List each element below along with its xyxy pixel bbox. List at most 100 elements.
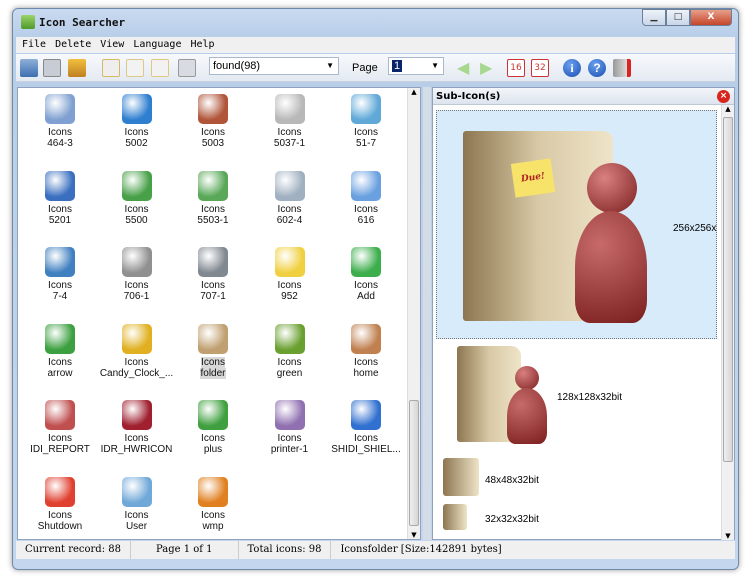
- info-icon[interactable]: i: [563, 59, 581, 77]
- icon-item[interactable]: Icons 707-1: [175, 247, 251, 302]
- menu-delete[interactable]: Delete: [55, 37, 91, 53]
- icon-label: Icons: [48, 509, 72, 521]
- sub-icon-128[interactable]: [441, 346, 553, 448]
- view-small-icon[interactable]: [151, 59, 169, 77]
- icon-item[interactable]: Icons IDR_HWRICON: [99, 400, 175, 455]
- icon-item[interactable]: Icons home: [328, 323, 404, 379]
- status-bar: Current record: 88 Page 1 of 1 Total ico…: [16, 541, 735, 559]
- page-select-value: 1: [392, 60, 403, 72]
- icon-item[interactable]: Icons 706-1: [99, 247, 175, 302]
- sub-icon-32[interactable]: [443, 504, 467, 530]
- vertical-scrollbar[interactable]: ▲ ▼: [407, 88, 420, 539]
- icon-item[interactable]: Icons 5002: [99, 94, 175, 149]
- search-icon[interactable]: [43, 59, 61, 77]
- icon-label: Shutdown: [37, 520, 83, 532]
- menu-language[interactable]: Language: [133, 37, 181, 53]
- icon-item[interactable]: Icons 5500: [99, 170, 175, 226]
- menu-bar: File Delete View Language Help: [16, 37, 735, 53]
- chevron-down-icon: ▼: [326, 61, 334, 70]
- scroll-down-icon[interactable]: ▼: [408, 531, 420, 539]
- help-icon[interactable]: ?: [588, 59, 606, 77]
- icon-item[interactable]: Icons 5037-1: [252, 94, 328, 149]
- icon-label: Icons: [48, 127, 72, 138]
- size-label: 32x32x32bit: [485, 514, 539, 525]
- icon-label: Icons: [201, 127, 225, 138]
- sub-icon-256[interactable]: Due! 256x256x: [436, 110, 717, 339]
- icon-item[interactable]: Icons arrow: [22, 323, 98, 379]
- clean-icon[interactable]: [68, 59, 86, 77]
- icon-label: Icons: [48, 433, 72, 444]
- icon-item[interactable]: Icons printer-1: [252, 400, 328, 455]
- icon-label: Icons: [48, 356, 72, 368]
- icon-label: 7-4: [52, 291, 68, 302]
- menu-view[interactable]: View: [100, 37, 124, 53]
- icon-item[interactable]: Icons 5003: [175, 94, 251, 149]
- page-select[interactable]: 1 ▼: [388, 57, 444, 75]
- icon-item[interactable]: Icons 952: [252, 247, 328, 302]
- status-total: Total icons: 98: [239, 541, 332, 559]
- icon-thumbnail-icon: [274, 170, 305, 201]
- close-button[interactable]: X: [690, 9, 732, 26]
- icon-item[interactable]: Icons 602-4: [252, 170, 328, 226]
- search-combo[interactable]: found(98) ▼: [209, 57, 339, 75]
- icon-label: Icons: [277, 203, 302, 215]
- exit-icon[interactable]: [613, 59, 631, 77]
- icon-item[interactable]: Icons 51-7: [328, 94, 404, 149]
- preview-icon[interactable]: [178, 59, 196, 77]
- view-medium-icon[interactable]: [126, 59, 144, 77]
- maximize-button[interactable]: □: [666, 9, 690, 26]
- icon-item[interactable]: Icons User: [99, 476, 175, 532]
- icon-item[interactable]: Icons Shutdown: [22, 476, 98, 532]
- size-32-icon[interactable]: 32: [531, 59, 549, 77]
- icon-item[interactable]: Icons IDI_REPORT: [22, 400, 98, 455]
- chevron-down-icon: ▼: [431, 61, 439, 70]
- icon-item[interactable]: Icons 5503-1: [175, 170, 251, 226]
- icon-label: Icons: [201, 356, 225, 368]
- person-icon: [515, 366, 539, 390]
- icon-item[interactable]: Icons 5201: [22, 170, 98, 226]
- scroll-up-icon[interactable]: ▲: [408, 88, 420, 96]
- icon-label: Icons: [124, 509, 149, 521]
- scroll-down-icon[interactable]: ▼: [722, 532, 734, 540]
- arrow-left-icon[interactable]: ◀: [457, 59, 475, 77]
- window-title: Icon Searcher: [39, 15, 126, 29]
- icon-label: 5503-1: [197, 214, 229, 226]
- minimize-button[interactable]: ▁: [642, 9, 666, 26]
- scroll-up-icon[interactable]: ▲: [722, 105, 734, 113]
- icon-label: Icons: [201, 203, 225, 215]
- close-panel-icon[interactable]: ×: [717, 90, 730, 103]
- open-folder-icon[interactable]: [20, 59, 38, 77]
- icon-thumbnail-icon: [351, 400, 381, 430]
- icon-item[interactable]: Icons Add: [328, 247, 404, 302]
- icon-thumbnail-icon: [198, 247, 228, 277]
- splitter[interactable]: [423, 87, 431, 540]
- sub-icons-scrollbar[interactable]: ▲ ▼: [721, 105, 734, 540]
- scrollbar-thumb[interactable]: [723, 117, 733, 462]
- search-combo-value: found(98): [213, 60, 261, 72]
- icon-item[interactable]: Icons 616: [328, 170, 404, 226]
- view-large-icon[interactable]: [102, 59, 120, 77]
- menu-help[interactable]: Help: [190, 37, 214, 53]
- icon-item[interactable]: Icons 7-4: [22, 247, 98, 302]
- person-body: [575, 211, 647, 323]
- icon-item[interactable]: Icons Candy_Clock_...: [99, 323, 175, 379]
- size-label: 128x128x32bit: [557, 392, 623, 403]
- icon-grid-panel: Icons 464-3 Icons 5002 Icons 5003 Icons 5037-1 I…: [17, 87, 421, 540]
- icon-thumbnail-icon: [121, 323, 152, 354]
- icon-item[interactable]: Icons plus: [175, 400, 251, 455]
- icon-item[interactable]: Icons folder: [175, 323, 251, 379]
- icon-item[interactable]: Icons green: [252, 323, 328, 379]
- icon-item[interactable]: Icons SHIDI_SHIEL...: [328, 400, 404, 455]
- icon-thumbnail-icon: [45, 400, 75, 430]
- icon-label: Icons: [201, 509, 225, 521]
- menu-file[interactable]: File: [22, 37, 46, 53]
- icon-item[interactable]: Icons 464-3: [22, 94, 98, 149]
- arrow-right-icon[interactable]: ▶: [480, 59, 498, 77]
- size-label: 48x48x32bit: [485, 475, 539, 486]
- sub-icon-48[interactable]: [443, 458, 479, 496]
- scrollbar-thumb[interactable]: [409, 400, 419, 526]
- icon-label: Icons: [277, 433, 302, 444]
- icon-thumbnail-icon: [198, 476, 228, 507]
- size-16-icon[interactable]: 16: [507, 59, 525, 77]
- icon-item[interactable]: Icons wmp: [175, 476, 251, 532]
